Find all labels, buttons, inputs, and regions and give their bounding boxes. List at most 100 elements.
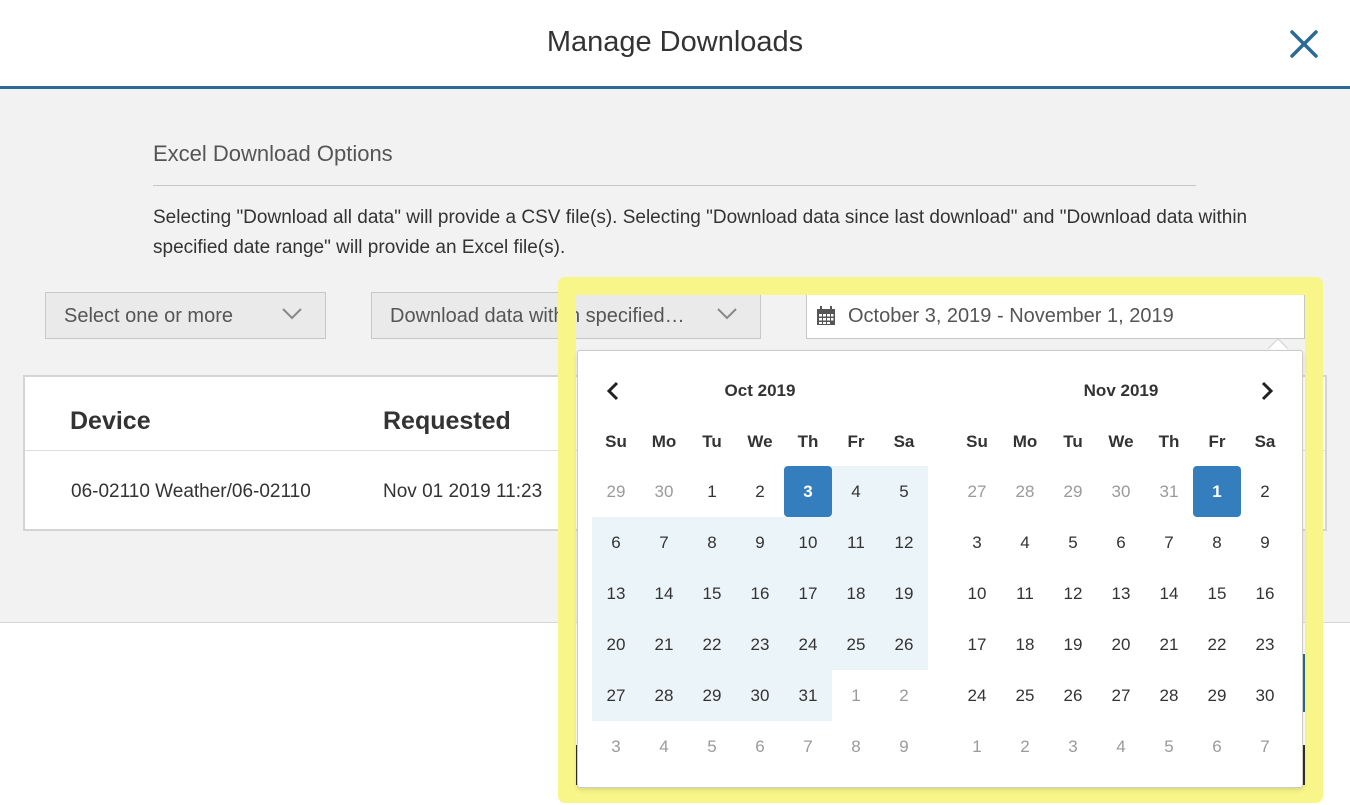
calendar-day[interactable]: 31: [1145, 466, 1193, 517]
calendar-day[interactable]: 11: [832, 517, 880, 568]
calendar-day[interactable]: 12: [1049, 568, 1097, 619]
calendar-day[interactable]: 30: [1097, 466, 1145, 517]
calendar-day[interactable]: 9: [736, 517, 784, 568]
device-select[interactable]: Select one or more: [45, 292, 326, 339]
calendar-day[interactable]: 28: [1145, 670, 1193, 721]
calendar-day[interactable]: 9: [880, 721, 928, 772]
calendar-day[interactable]: 27: [592, 670, 640, 721]
cell-device: 06-02110 Weather/06-02110: [71, 481, 311, 502]
calendar-day[interactable]: 27: [1097, 670, 1145, 721]
calendar-day[interactable]: 28: [640, 670, 688, 721]
calendar-day[interactable]: 8: [832, 721, 880, 772]
calendar-day[interactable]: 22: [688, 619, 736, 670]
weekday-label: Mo: [1012, 432, 1038, 451]
calendar-day[interactable]: 24: [784, 619, 832, 670]
calendar-day[interactable]: 24: [953, 670, 1001, 721]
calendar-day[interactable]: 15: [688, 568, 736, 619]
column-header-device: Device: [70, 407, 151, 435]
calendar-day[interactable]: 5: [1145, 721, 1193, 772]
calendar-day[interactable]: 12: [880, 517, 928, 568]
calendar-day[interactable]: 22: [1193, 619, 1241, 670]
calendar-day[interactable]: 2: [736, 466, 784, 517]
calendar-day[interactable]: 10: [784, 517, 832, 568]
calendar-day[interactable]: 29: [1193, 670, 1241, 721]
calendar-day[interactable]: 29: [1049, 466, 1097, 517]
calendar-day[interactable]: 26: [1049, 670, 1097, 721]
calendar-day[interactable]: 17: [953, 619, 1001, 670]
calendar-day[interactable]: 10: [953, 568, 1001, 619]
calendar-day[interactable]: 1: [953, 721, 1001, 772]
calendar-day[interactable]: 6: [1193, 721, 1241, 772]
calendar-day[interactable]: 13: [592, 568, 640, 619]
calendar-day[interactable]: 30: [1241, 670, 1289, 721]
calendar-day[interactable]: 1: [832, 670, 880, 721]
calendar-day[interactable]: 20: [1097, 619, 1145, 670]
calendar-day[interactable]: 30: [736, 670, 784, 721]
calendar-day[interactable]: 8: [1193, 517, 1241, 568]
calendar-day[interactable]: 7: [640, 517, 688, 568]
calendar-day[interactable]: 7: [1145, 517, 1193, 568]
calendar-day[interactable]: 2: [880, 670, 928, 721]
calendar-day[interactable]: 5: [880, 466, 928, 517]
calendar-day[interactable]: 14: [1145, 568, 1193, 619]
calendar-day[interactable]: 19: [1049, 619, 1097, 670]
close-icon[interactable]: [1286, 26, 1322, 62]
calendar-day[interactable]: 1: [1193, 466, 1241, 517]
calendar-day[interactable]: 9: [1241, 517, 1289, 568]
calendar-day[interactable]: 16: [736, 568, 784, 619]
calendar-day[interactable]: 23: [736, 619, 784, 670]
calendar-day[interactable]: 28: [1001, 466, 1049, 517]
chevron-down-icon: [282, 308, 302, 320]
calendar-day[interactable]: 23: [1241, 619, 1289, 670]
calendar-day[interactable]: 4: [1001, 517, 1049, 568]
weekday-label: Th: [1158, 432, 1180, 451]
calendar-day[interactable]: 5: [688, 721, 736, 772]
calendar-day[interactable]: 27: [953, 466, 1001, 517]
section-divider: [153, 185, 1196, 186]
calendar-day[interactable]: 17: [784, 568, 832, 619]
calendar-day[interactable]: 18: [1001, 619, 1049, 670]
calendar-day[interactable]: 8: [688, 517, 736, 568]
calendar-day[interactable]: 18: [832, 568, 880, 619]
calendar-day[interactable]: 7: [1241, 721, 1289, 772]
calendar-day[interactable]: 30: [640, 466, 688, 517]
calendar-day[interactable]: 2: [1241, 466, 1289, 517]
weekday-label: Fr: [847, 432, 865, 451]
calendar-day[interactable]: 29: [688, 670, 736, 721]
calendar-day[interactable]: 21: [640, 619, 688, 670]
weekday-label: Sa: [893, 432, 915, 451]
calendar-day[interactable]: 13: [1097, 568, 1145, 619]
calendar-day[interactable]: 4: [832, 466, 880, 517]
calendar-day[interactable]: 3: [953, 517, 1001, 568]
calendar-day[interactable]: 20: [592, 619, 640, 670]
date-range-picker: Oct 2019 Nov 2019 Su Mo Tu We Th Fr Sa 29 30 1 2 3 4…: [577, 350, 1303, 788]
calendar-day[interactable]: 21: [1145, 619, 1193, 670]
calendar-day[interactable]: 4: [1097, 721, 1145, 772]
calendar-day[interactable]: 6: [1097, 517, 1145, 568]
calendar-day[interactable]: 2: [1001, 721, 1049, 772]
section-title: Excel Download Options: [153, 141, 393, 166]
calendar-day[interactable]: 14: [640, 568, 688, 619]
weekday-label: Mo: [651, 432, 677, 451]
right-month-title: Nov 2019: [1083, 381, 1159, 400]
modal-header: Manage Downloads: [0, 0, 1350, 89]
calendar-day[interactable]: 7: [784, 721, 832, 772]
calendar-day[interactable]: 3: [784, 466, 832, 517]
cell-requested: Nov 01 2019 11:23: [383, 481, 543, 502]
calendar-day[interactable]: 29: [592, 466, 640, 517]
calendar-day[interactable]: 3: [1049, 721, 1097, 772]
calendar-day[interactable]: 6: [592, 517, 640, 568]
calendar-day[interactable]: 1: [688, 466, 736, 517]
calendar-day[interactable]: 5: [1049, 517, 1097, 568]
calendar-day[interactable]: 31: [784, 670, 832, 721]
calendar-day[interactable]: 25: [1001, 670, 1049, 721]
calendar-day[interactable]: 15: [1193, 568, 1241, 619]
calendar-day[interactable]: 4: [640, 721, 688, 772]
calendar-day[interactable]: 19: [880, 568, 928, 619]
calendar-day[interactable]: 11: [1001, 568, 1049, 619]
calendar-day[interactable]: 26: [880, 619, 928, 670]
calendar-day[interactable]: 25: [832, 619, 880, 670]
calendar-day[interactable]: 3: [592, 721, 640, 772]
calendar-day[interactable]: 6: [736, 721, 784, 772]
calendar-day[interactable]: 16: [1241, 568, 1289, 619]
